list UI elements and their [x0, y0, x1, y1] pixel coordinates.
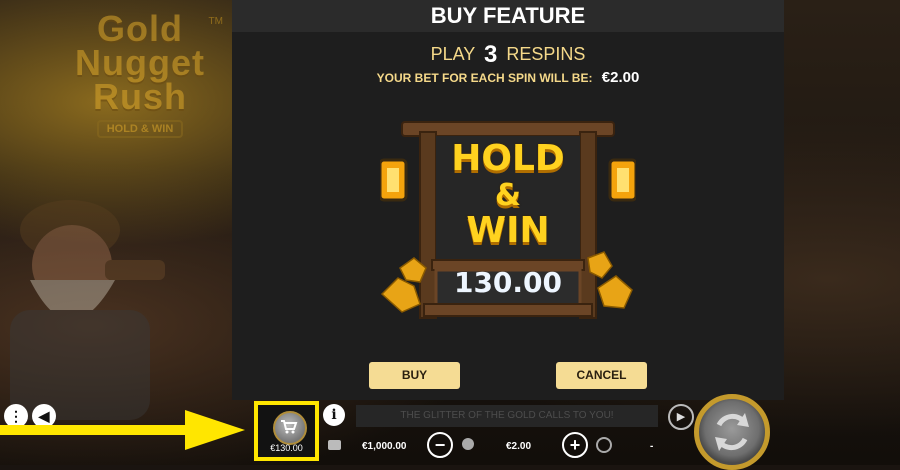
message-ticker: THE GLITTER OF THE GOLD CALLS TO YOU! — [356, 405, 658, 427]
minus-icon[interactable]: − — [427, 432, 453, 458]
cart-icon — [273, 411, 307, 445]
bet-value: €2.00 — [506, 441, 532, 452]
info-icon[interactable]: i — [323, 404, 345, 426]
plus-icon[interactable]: + — [562, 432, 588, 458]
logo-line3: Rush — [93, 76, 187, 117]
art-hold-text: HOLD — [451, 138, 565, 179]
buy-feature-modal: BUY FEATURE PLAY 3 RESPINS YOUR BET FOR … — [232, 0, 784, 400]
buy-feature-button[interactable]: €130.00 — [254, 401, 319, 461]
medal-icon — [596, 437, 612, 453]
logo-line2: Nugget — [75, 42, 205, 83]
bet-per-spin-line: YOUR BET FOR EACH SPIN WILL BE: €2.00 — [232, 69, 784, 89]
play-prefix: PLAY — [430, 44, 475, 64]
logo-tm: TM — [208, 16, 223, 27]
win-value: - — [650, 441, 654, 452]
autoplay-icon[interactable]: ▶ — [668, 404, 694, 430]
play-respins-line: PLAY 3 RESPINS — [232, 41, 784, 68]
modal-title: BUY FEATURE — [232, 0, 784, 32]
spin-button[interactable] — [694, 394, 770, 470]
arrow-icon — [0, 410, 245, 450]
buy-feature-price: €130.00 — [270, 443, 303, 453]
spin-icon — [715, 413, 749, 451]
miner-character — [10, 200, 165, 420]
balance-value: €1,000.00 — [362, 441, 407, 452]
logo-subtitle: HOLD & WIN — [96, 120, 184, 138]
logo-line1: Gold — [97, 8, 183, 49]
hold-and-win-artwork: HOLD & WIN 130.00 — [380, 108, 636, 324]
cancel-button[interactable]: CANCEL — [556, 362, 647, 389]
art-win-text: WIN — [466, 210, 550, 251]
art-and-text: & — [494, 178, 522, 213]
play-suffix: RESPINS — [506, 44, 586, 64]
bet-per-spin-value: €2.00 — [601, 69, 640, 86]
coins-icon — [462, 438, 474, 450]
art-feature-price: 130.00 — [453, 266, 563, 299]
wallet-icon — [328, 440, 341, 450]
game-logo: TM Gold Nugget Rush HOLD & WIN — [55, 8, 225, 152]
respins-count: 3 — [483, 41, 498, 68]
bet-text: YOUR BET FOR EACH SPIN WILL BE: — [376, 71, 593, 85]
buy-button[interactable]: BUY — [369, 362, 460, 389]
